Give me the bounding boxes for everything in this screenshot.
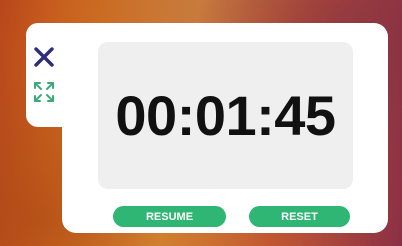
reset-button[interactable]: RESET <box>249 206 350 227</box>
timer-display-panel: 00:01:45 <box>98 42 353 189</box>
expand-icon[interactable] <box>32 80 56 104</box>
timer-readout: 00:01:45 <box>115 84 336 147</box>
close-icon[interactable] <box>33 46 55 68</box>
resume-button[interactable]: RESUME <box>113 206 226 227</box>
